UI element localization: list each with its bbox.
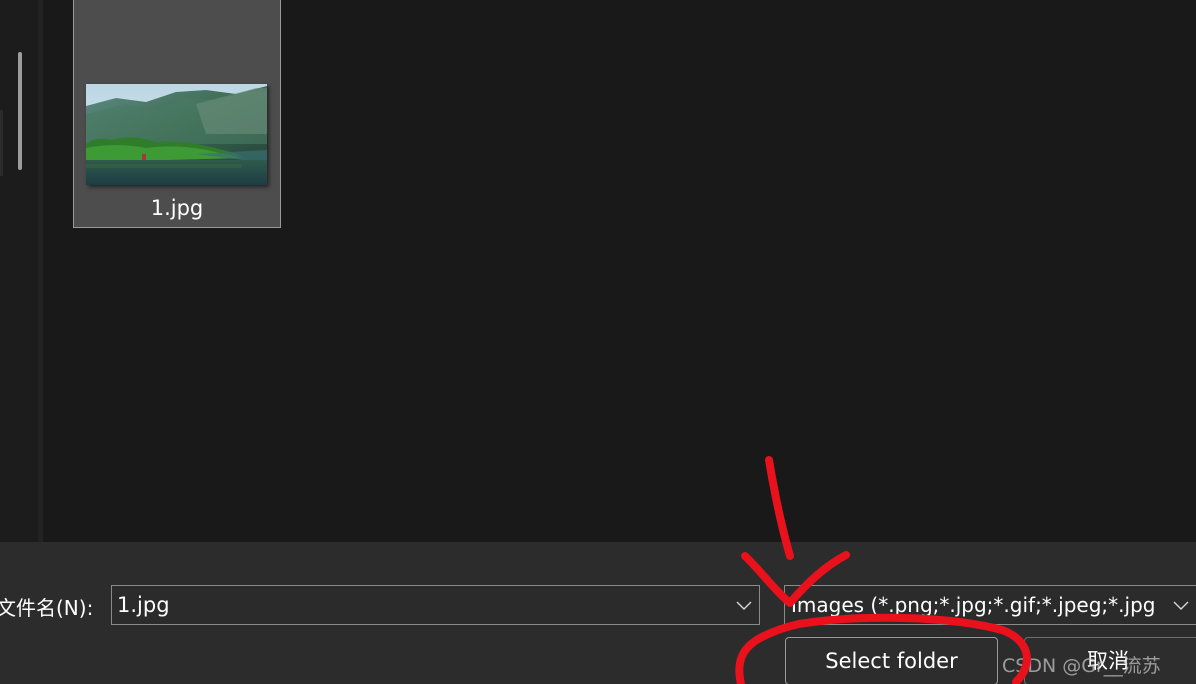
filetype-dropdown[interactable]: Images (*.png;*.jpg;*.gif;*.jpeg;*.jpg [784, 585, 1196, 625]
file-list-pane: 1.jpg [43, 0, 1196, 542]
filename-input[interactable]: 1.jpg [117, 593, 170, 617]
chevron-down-icon[interactable] [736, 601, 752, 611]
nav-pane-scrollbar[interactable] [18, 52, 22, 170]
file-thumbnail-image [86, 84, 267, 185]
file-open-dialog: 1.jpg 文件名(N): 1.jpg Images (*.png;*.jpg;… [0, 0, 1196, 684]
csdn-watermark: CSDN @Gr__流苏 [1002, 655, 1161, 677]
select-folder-button[interactable]: Select folder [785, 637, 998, 684]
file-tile-selected[interactable]: 1.jpg [73, 0, 281, 228]
chevron-down-icon[interactable] [1173, 601, 1189, 611]
file-name-label: 1.jpg [150, 196, 204, 220]
filename-label: 文件名(N): [0, 596, 94, 620]
nav-pane-item-edge [0, 110, 3, 176]
navigation-pane [0, 0, 38, 542]
filetype-selected-value: Images (*.png;*.jpg;*.gif;*.jpeg;*.jpg [791, 593, 1156, 617]
filename-combobox[interactable]: 1.jpg [111, 585, 760, 625]
